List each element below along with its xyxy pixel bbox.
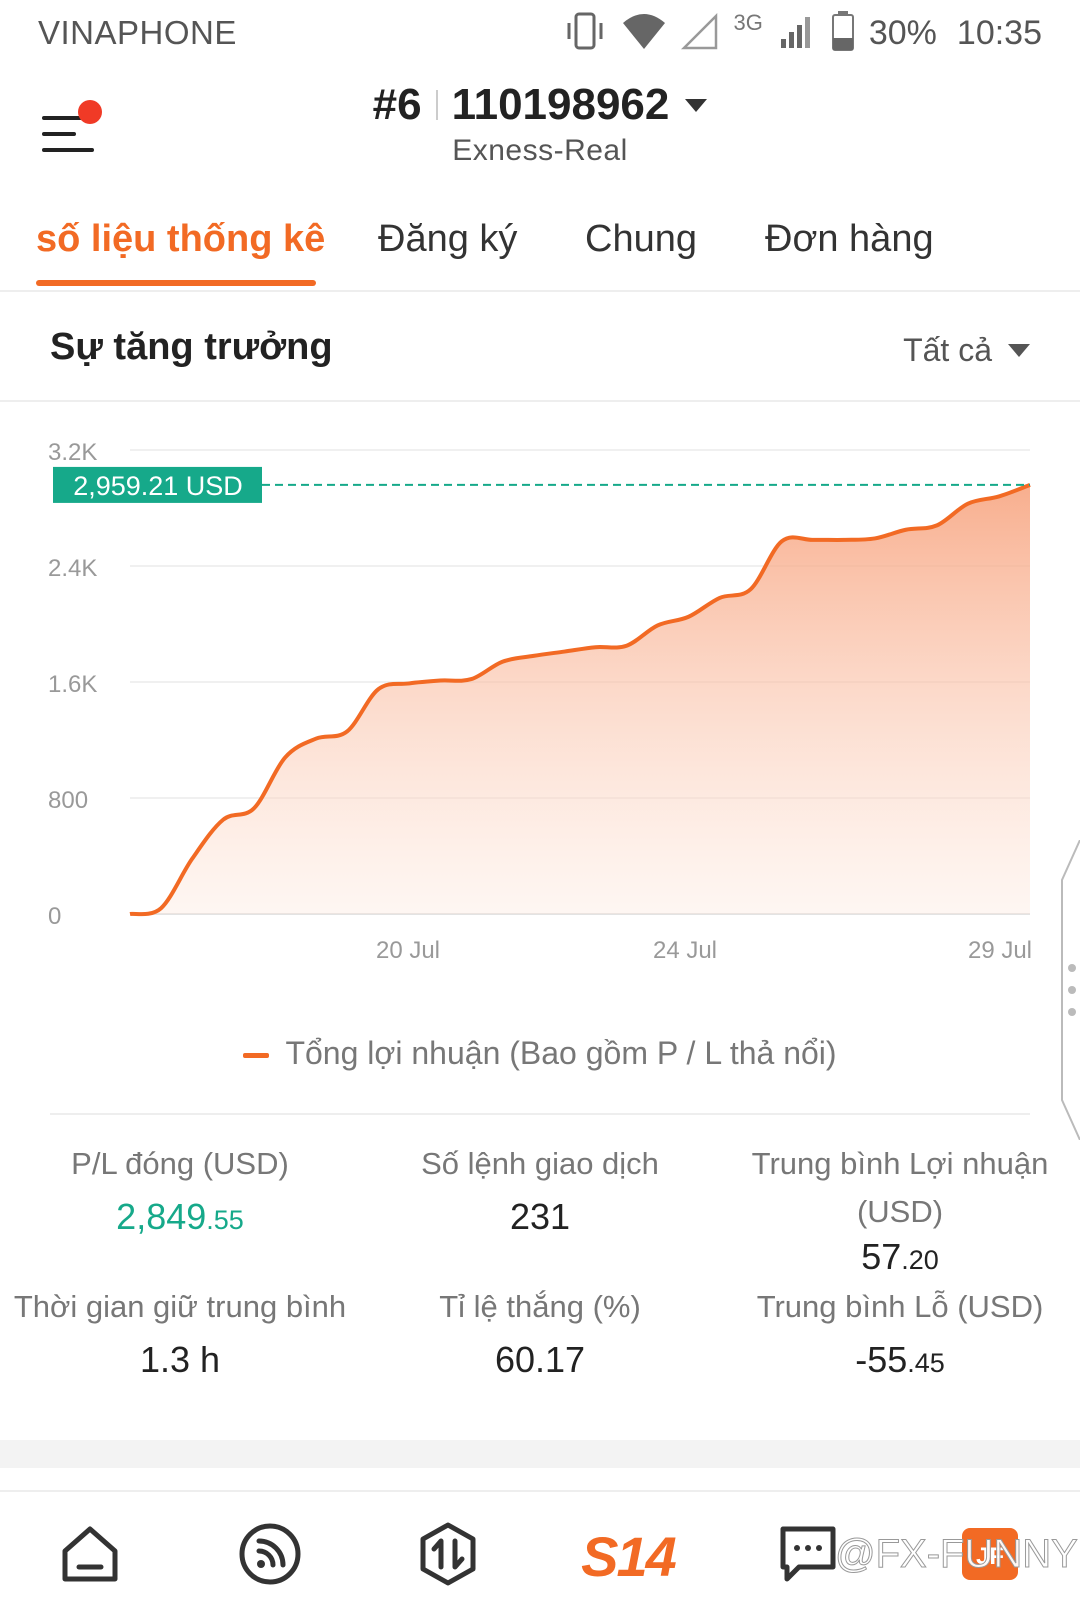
y-tick-label: 800: [48, 787, 88, 814]
stat-value: -55.45: [855, 1339, 945, 1380]
y-tick-label: 0: [48, 903, 61, 930]
account-rank: #6: [372, 80, 422, 129]
stat-avg-loss: Trung bình Lỗ (USD) -55.45: [720, 1283, 1080, 1381]
side-drawer-handle[interactable]: [1058, 839, 1080, 1141]
series-area: [130, 484, 1030, 915]
tab-general[interactable]: Chung: [585, 218, 697, 261]
legend-label: Tổng lợi nhuận (Bao gồm P / L thả nổi): [285, 1035, 837, 1071]
stat-label: Trung bình Lợi nhuận (USD): [751, 1146, 1049, 1229]
nav-s14[interactable]: S14: [568, 1516, 688, 1596]
trade-arrows-icon: [415, 1521, 481, 1592]
chevron-down-icon: [1008, 344, 1030, 357]
watermark: @FX-FUNNY: [835, 1532, 1079, 1577]
current-value-label: 2,959.21 USD: [73, 471, 243, 501]
stat-value: 2,849.55: [116, 1196, 244, 1237]
status-icons: 3G 30% 10:35: [563, 8, 1042, 58]
stat-label: Thời gian giữ trung bình: [13, 1289, 347, 1324]
status-bar: VINAPHONE 3G 30% 10:35: [0, 0, 1080, 70]
stat-label: Số lệnh giao dịch: [421, 1146, 659, 1181]
account-divider: [435, 90, 438, 120]
stat-value: 1.3 h: [139, 1339, 221, 1380]
tab-orders[interactable]: Đơn hàng: [765, 218, 934, 261]
chat-icon: [775, 1521, 841, 1592]
x-tick-label: 24 Jul: [653, 937, 717, 964]
x-tick-label: 20 Jul: [376, 937, 440, 964]
clock: 10:35: [956, 13, 1042, 52]
nav-feed[interactable]: [230, 1516, 310, 1596]
vibrate-icon: [563, 11, 607, 56]
section-separator: [0, 1440, 1080, 1468]
signal-icon: [777, 11, 817, 56]
growth-chart: 0 800 1.6K 2.4K 3.2K 2,959.21 USD 20 Jul 24 Jul…: [48, 439, 1032, 964]
legend-swatch: [243, 1053, 270, 1059]
active-tab-indicator: [36, 280, 316, 286]
signal-empty-icon: [681, 11, 719, 56]
x-tick-label: 29 Jul: [968, 937, 1032, 964]
stat-trade-count: Số lệnh giao dịch 231: [360, 1140, 720, 1238]
stat-value: 57.20: [861, 1236, 939, 1277]
growth-section-header: Sự tăng trưởng Tất cả: [0, 292, 1080, 402]
app-header: #6 110198962 Exness-Real: [0, 70, 1080, 190]
account-selector[interactable]: #6 110198962 Exness-Real: [0, 80, 1080, 168]
stat-closed-pl: P/L đóng (USD) 2,849.55: [0, 1140, 360, 1238]
battery-percent: 30%: [868, 13, 937, 52]
stat-value: 231: [509, 1196, 571, 1237]
bottom-nav: S14 JF @FX-FUNNY: [0, 1490, 1080, 1620]
stat-label: P/L đóng (USD): [71, 1146, 289, 1181]
chart-legend: Tổng lợi nhuận (Bao gồm P / L thả nổi): [0, 1035, 1080, 1072]
carrier-name: VINAPHONE: [38, 14, 237, 51]
home-icon: [57, 1521, 123, 1592]
divider: [50, 1113, 1030, 1115]
account-server: Exness-Real: [452, 134, 628, 167]
stat-label: Tỉ lệ thắng (%): [439, 1289, 641, 1324]
nav-home[interactable]: [50, 1516, 130, 1596]
s14-logo: S14: [581, 1524, 677, 1588]
stat-win-rate: Tỉ lệ thắng (%) 60.17: [360, 1283, 720, 1381]
network-type: 3G: [733, 10, 763, 35]
filter-label: Tất cả: [903, 332, 992, 368]
period-filter[interactable]: Tất cả: [903, 332, 1030, 369]
stat-label: Trung bình Lỗ (USD): [756, 1289, 1044, 1324]
account-number: 110198962: [451, 80, 670, 129]
rss-icon: [237, 1521, 303, 1592]
tab-statistics[interactable]: số liệu thống kê: [36, 218, 325, 261]
battery-icon: [831, 10, 855, 57]
chevron-down-icon: [685, 98, 708, 112]
y-tick-label: 3.2K: [48, 439, 97, 466]
stat-avg-hold: Thời gian giữ trung bình 1.3 h: [0, 1283, 360, 1381]
section-title: Sự tăng trưởng: [50, 326, 333, 368]
tab-subscribe[interactable]: Đăng ký: [378, 218, 517, 261]
y-tick-label: 2.4K: [48, 555, 97, 582]
stat-avg-profit: Trung bình Lợi nhuận (USD) 57.20: [720, 1140, 1080, 1278]
tab-bar: số liệu thống kê Đăng ký Chung Đơn hàng: [0, 200, 1080, 292]
stat-value: 60.17: [494, 1339, 586, 1380]
wifi-icon: [621, 11, 667, 56]
y-tick-label: 1.6K: [48, 671, 97, 698]
nav-trade[interactable]: [408, 1516, 488, 1596]
